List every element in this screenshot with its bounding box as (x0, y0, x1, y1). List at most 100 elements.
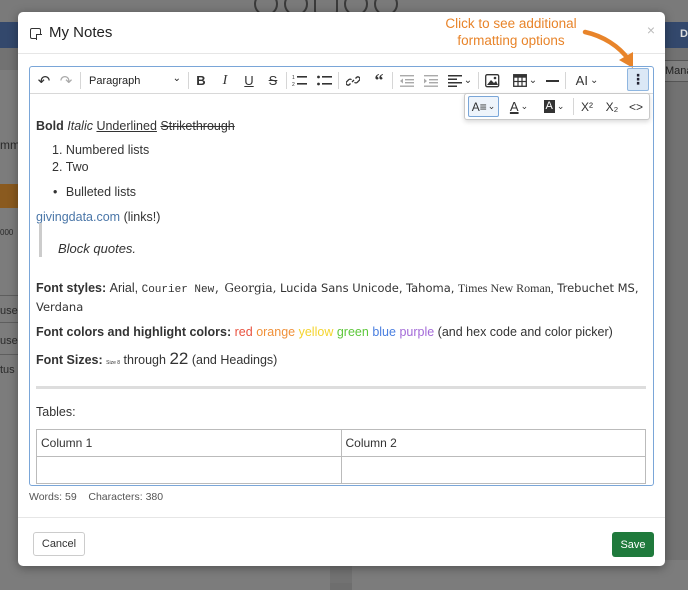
background-fragment: mm (0, 138, 20, 152)
notes-modal: My Notes × Click to see additional forma… (18, 12, 665, 566)
annotation-line: formatting options (457, 33, 565, 48)
link[interactable]: givingdata.com (36, 210, 120, 224)
font-sample: Times New Roman, (457, 281, 554, 295)
list-number: 2. (52, 160, 63, 174)
modal-footer: Cancel Save (18, 517, 665, 566)
svg-text:2: 2 (292, 82, 295, 88)
highlight-icon: A (543, 100, 555, 113)
font-colors-suffix: (and hex code and color picker) (437, 325, 613, 339)
font-sample: Courier New, (141, 284, 221, 296)
underlined-text: Underlined (96, 119, 157, 133)
font-sizes-suffix: (and Headings) (191, 353, 278, 367)
horizontal-line-icon[interactable] (544, 70, 560, 91)
modal-title: My Notes (49, 24, 113, 41)
font-family-dropdown[interactable]: A≡ ⌄ (468, 96, 499, 117)
bulleted-list-icon[interactable] (316, 70, 334, 91)
characters-count: 380 (145, 491, 164, 503)
font-styles-line: Font styles: Arial, Courier New, Georgia… (36, 281, 639, 296)
link-icon[interactable] (344, 70, 362, 91)
list-item-text: Two (65, 160, 89, 174)
italic-text: Italic (67, 119, 93, 133)
words-count: 59 (65, 491, 77, 503)
rich-text-editor: ↶ ↷ Paragraph ⌄ B I U S 12 “ ⌄ ⌄ AI ⌄ ⋮ … (29, 66, 654, 486)
font-color-dropdown[interactable]: A ⌄ (505, 96, 533, 117)
indent-icon[interactable] (422, 70, 440, 91)
outdent-icon[interactable] (398, 70, 416, 91)
insert-image-icon[interactable] (483, 70, 501, 91)
font-size-icon: A≡ (471, 99, 487, 114)
numbered-list-icon[interactable]: 12 (291, 70, 309, 91)
table-row (36, 456, 646, 484)
chevron-down-icon: ⌄ (556, 101, 565, 111)
blockquote-icon[interactable]: “ (370, 70, 388, 91)
more-options-button[interactable]: ⋮ (627, 68, 649, 91)
font-sample: Lucida Sans Unicode, (279, 281, 403, 295)
strikethrough-button[interactable]: S (265, 70, 281, 91)
undo-icon[interactable]: ↶ (36, 70, 52, 91)
list-number: 1. (52, 143, 63, 157)
font-color-icon: A (509, 99, 519, 114)
text-size-icon: AI (575, 73, 588, 88)
background-fragment: 000 (0, 228, 14, 237)
cancel-button[interactable]: Cancel (33, 532, 85, 556)
editor-toolbar: ↶ ↷ Paragraph ⌄ B I U S 12 “ ⌄ ⌄ AI ⌄ ⋮ (30, 67, 653, 94)
words-label: Words: (29, 491, 63, 503)
horizontal-rule (36, 386, 646, 389)
font-size-small-sample: Size 8 (106, 360, 121, 366)
align-left-icon (447, 74, 462, 87)
toolbar-divider (286, 72, 287, 89)
bold-button[interactable]: B (193, 70, 209, 91)
note-icon (30, 28, 42, 40)
underline-button[interactable]: U (241, 70, 257, 91)
list-item-text: Bulleted lists (65, 185, 137, 199)
color-sample-red: red (234, 325, 253, 339)
save-button[interactable]: Save (612, 532, 654, 557)
font-sample: Trebuchet MS, (557, 281, 639, 295)
color-sample-green: green (336, 325, 369, 339)
text-size-dropdown[interactable]: AI ⌄ (571, 70, 603, 91)
font-size-large-sample: 22 (169, 349, 189, 368)
svg-text:1: 1 (292, 75, 295, 81)
toolbar-divider (478, 72, 479, 89)
toolbar-divider (573, 98, 574, 115)
list-item-text: Numbered lists (65, 143, 150, 157)
tables-label: Tables: (36, 405, 76, 419)
content-table: Column 1 Column 2 (36, 429, 646, 484)
annotation-callout: Click to see additional formatting optio… (436, 15, 586, 49)
font-sample: Arial, (109, 281, 139, 295)
close-button[interactable]: × (647, 22, 655, 38)
blockquote-text: Block quotes. (58, 241, 137, 256)
editor-stats: Words: 59 Characters: 380 (29, 491, 163, 503)
table-header-cell[interactable]: Column 2 (340, 429, 646, 457)
link-line: givingdata.com (links!) (36, 210, 160, 224)
link-suffix: (links!) (123, 210, 161, 224)
subscript-button[interactable]: X₂ (602, 96, 622, 117)
toolbar-divider (338, 72, 339, 89)
font-styles-label: Font styles: (36, 281, 107, 295)
chevron-down-icon: ⌄ (528, 75, 538, 86)
highlight-color-dropdown[interactable]: A ⌄ (539, 96, 569, 117)
paragraph-style-select[interactable]: Paragraph ⌄ (86, 71, 184, 90)
insert-table-dropdown[interactable]: ⌄ (510, 70, 540, 91)
characters-label: Characters: (88, 491, 143, 503)
toolbar-divider (392, 72, 393, 89)
color-sample-blue: blue (372, 325, 396, 339)
font-sample: Georgia, (224, 281, 277, 295)
table-cell[interactable] (340, 456, 646, 484)
table-header-cell[interactable]: Column 1 (36, 429, 342, 457)
redo-icon[interactable]: ↷ (58, 70, 74, 91)
superscript-button[interactable]: X² (577, 96, 597, 117)
numbered-list-item: 2. Two (52, 160, 89, 174)
align-dropdown[interactable]: ⌄ (446, 70, 474, 91)
chevron-down-icon: ⌄ (487, 101, 496, 111)
font-colors-line: Font colors and highlight colors: red or… (36, 325, 613, 339)
italic-button[interactable]: I (217, 70, 233, 91)
bold-text: Bold (36, 119, 64, 133)
color-sample-purple: purple (399, 325, 435, 339)
table-cell[interactable] (36, 456, 342, 484)
code-button[interactable]: <> (626, 96, 646, 117)
chevron-down-icon: ⌄ (520, 101, 529, 111)
background-fragment: D (680, 28, 688, 40)
color-sample-orange: orange (256, 325, 296, 339)
table-icon (512, 74, 527, 87)
